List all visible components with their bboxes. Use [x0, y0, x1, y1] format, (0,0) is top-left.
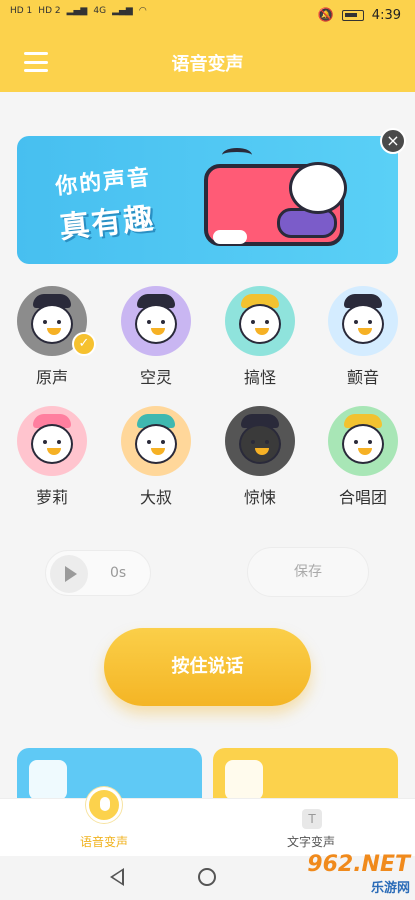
- wifi-icon: ◠: [138, 6, 147, 16]
- tv-antenna: [222, 148, 252, 162]
- hold-to-talk-button[interactable]: 按住说话: [104, 628, 311, 706]
- network-indicator-1: 4G: [93, 6, 107, 16]
- tab-text-voice[interactable]: T 文字变声: [251, 799, 371, 857]
- bottom-tab-bar: 语音变声 T 文字变声: [0, 787, 415, 857]
- watermark: 962.NET 乐游网: [282, 852, 410, 896]
- tab-label: 文字变声: [286, 835, 335, 849]
- avatar: [225, 406, 295, 476]
- ghost-face-icon: [135, 304, 177, 344]
- avatar: [121, 286, 191, 356]
- voice-effect-chorus[interactable]: 合唱团: [323, 406, 403, 508]
- promo-banner[interactable]: 你的声音 真有趣: [17, 136, 398, 264]
- voice-effect-funny[interactable]: 搞怪: [220, 286, 300, 388]
- signal-icon: ▂▄▆: [66, 6, 88, 16]
- voice-effect-original[interactable]: ✓ 原声: [12, 286, 96, 388]
- app-bar: 语音变声: [0, 34, 415, 92]
- duck-face-icon: [342, 304, 384, 344]
- watermark-bottom: 乐游网: [370, 881, 410, 896]
- watermark-top: 962.NET: [307, 852, 410, 877]
- status-right: 🔕 4:39: [318, 8, 401, 23]
- banner-close-button[interactable]: ×: [380, 128, 406, 154]
- duck-face-icon: [342, 424, 384, 464]
- status-bar: HD 1 HD 2 ▂▄▆ 4G ▂▄▆ ◠ 🔕 4:39: [0, 0, 415, 34]
- duck-face-icon: [135, 424, 177, 464]
- mute-icon: 🔕: [317, 8, 334, 23]
- voice-effect-ethereal[interactable]: 空灵: [116, 286, 196, 388]
- avatar: [17, 406, 87, 476]
- tab-voice-changer[interactable]: 语音变声: [44, 787, 164, 857]
- voice-effect-loli[interactable]: 萝莉: [12, 406, 92, 508]
- dark-face-icon: [239, 424, 281, 464]
- duck-mascot-illustration: [289, 162, 347, 214]
- voice-effect-horror[interactable]: 惊悚: [220, 406, 300, 508]
- avatar: [225, 286, 295, 356]
- duck-face-icon: [31, 304, 73, 344]
- sim-indicator-1: HD 1: [10, 6, 33, 16]
- avatar: [121, 406, 191, 476]
- clown-face-icon: [239, 304, 281, 344]
- text-icon: T: [302, 809, 322, 829]
- avatar: [328, 286, 398, 356]
- play-icon[interactable]: [50, 555, 88, 593]
- card-icon: [29, 760, 67, 800]
- voice-effect-label: 空灵: [139, 368, 172, 387]
- selected-check-icon: ✓: [72, 332, 96, 356]
- voice-effect-label: 惊悚: [243, 488, 276, 507]
- duration-text: 0s: [110, 565, 127, 581]
- voice-effect-label: 合唱团: [338, 488, 387, 507]
- voice-effect-label: 颤音: [346, 368, 379, 387]
- duck-body-illustration: [277, 208, 337, 238]
- status-indicators: HD 1 HD 2 ▂▄▆ 4G ▂▄▆ ◠: [10, 6, 147, 16]
- microphone-icon: [86, 787, 122, 823]
- clock: 4:39: [371, 8, 401, 23]
- card-icon: [225, 760, 263, 800]
- banner-line2: 真有趣: [57, 201, 157, 246]
- voice-effect-label: 搞怪: [243, 368, 276, 387]
- cloud-illustration: [213, 230, 247, 244]
- voice-effect-label: 大叔: [139, 488, 172, 507]
- back-icon[interactable]: [110, 868, 124, 886]
- tab-label: 语音变声: [79, 835, 128, 849]
- sim-indicator-2: HD 2: [38, 6, 61, 16]
- home-icon[interactable]: [198, 868, 216, 886]
- duck-face-icon: [31, 424, 73, 464]
- page-title: 语音变声: [171, 54, 244, 75]
- avatar: [328, 406, 398, 476]
- signal-icon-2: ▂▄▆: [112, 6, 133, 16]
- battery-icon: [341, 10, 364, 21]
- voice-effect-vibrato[interactable]: 颤音: [323, 286, 403, 388]
- voice-effect-label: 萝莉: [35, 488, 68, 507]
- audio-player: 0s: [45, 550, 151, 596]
- voice-effect-uncle[interactable]: 大叔: [116, 406, 196, 508]
- save-button[interactable]: 保存: [247, 547, 369, 597]
- voice-effect-label: 原声: [35, 368, 68, 387]
